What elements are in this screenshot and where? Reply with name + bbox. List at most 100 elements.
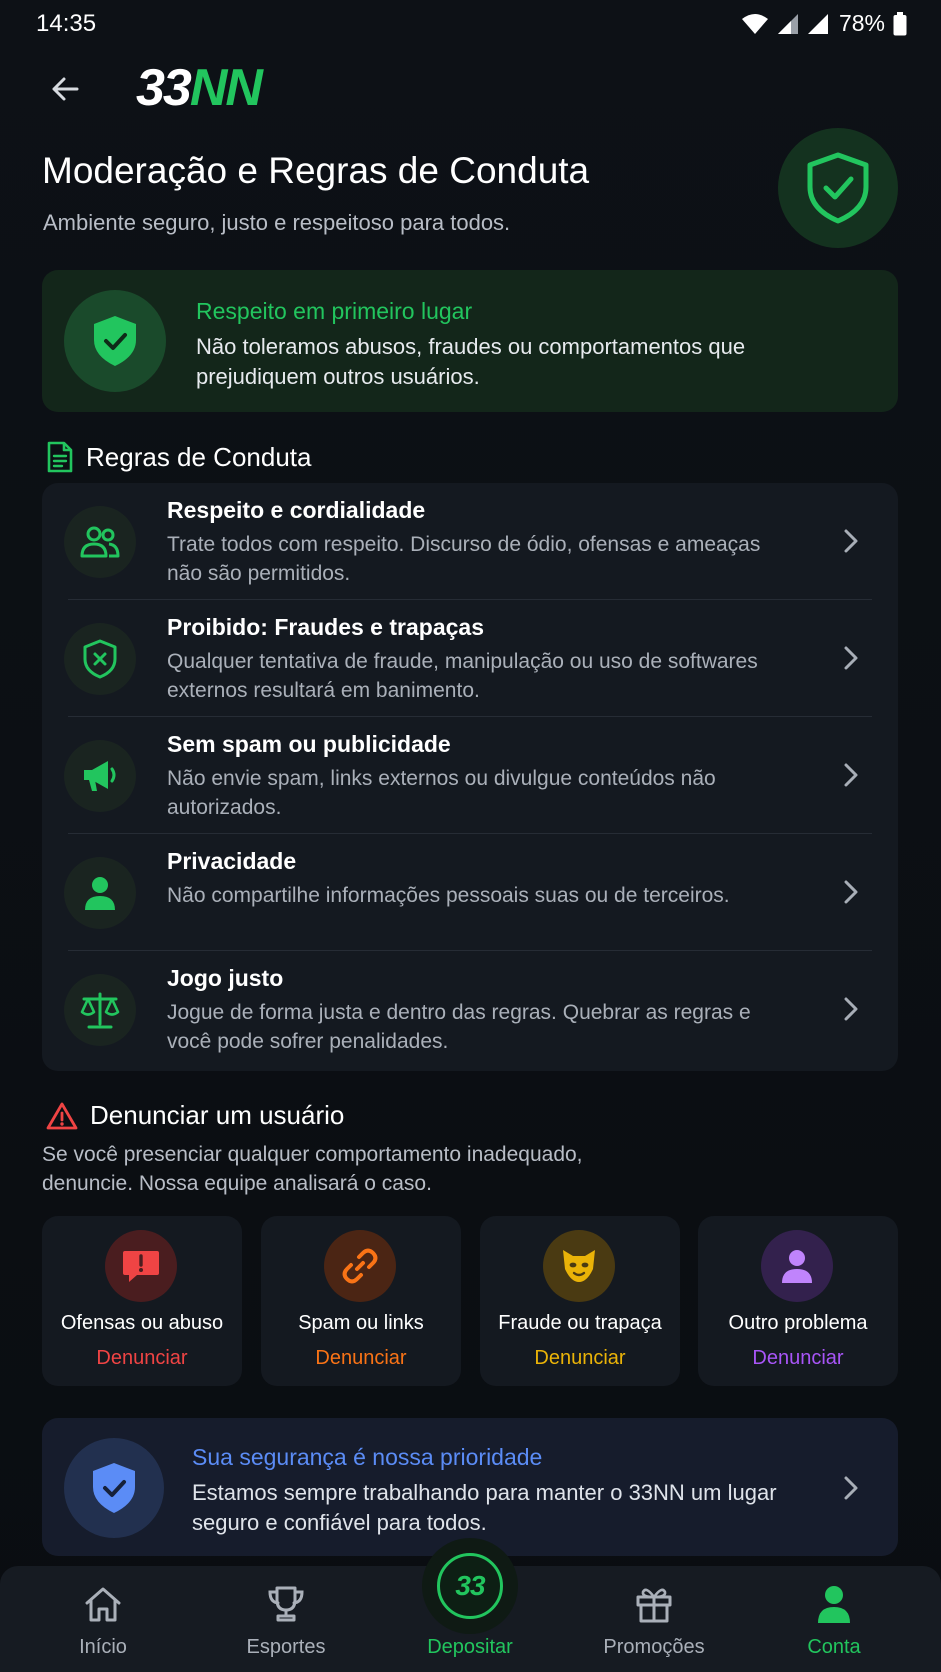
rule-description: Trate todos com respeito. Discurso de ód… (167, 533, 761, 585)
report-card-fraud[interactable]: Fraude ou trapaça Denunciar (480, 1216, 680, 1386)
respect-card: Respeito em primeiro lugar Não toleramos… (42, 270, 898, 412)
rule-item-spam[interactable]: Sem spam ou publicidade Não envie spam, … (42, 717, 898, 834)
page-subtitle: Ambiente seguro, justo e respeitoso para… (43, 210, 511, 235)
report-icon-badge (761, 1230, 833, 1302)
report-section-heading: Denunciar um usuário (46, 1100, 344, 1131)
safety-priority-card[interactable]: Sua segurança é nossa prioridade Estamos… (42, 1418, 898, 1556)
rules-section-heading: Regras de Conduta (46, 441, 311, 473)
scale-icon (80, 992, 120, 1029)
logo-part-nn: NN (189, 59, 263, 117)
respect-shield-badge (64, 290, 166, 392)
report-action-link[interactable]: Denunciar (480, 1347, 680, 1370)
alert-message-icon (123, 1251, 159, 1282)
account-icon (812, 1582, 856, 1626)
home-icon (81, 1582, 125, 1626)
back-button[interactable] (40, 64, 90, 114)
report-action-link[interactable]: Denunciar (261, 1347, 461, 1370)
rule-description: Não compartilhe informações pessoais sua… (167, 884, 730, 907)
report-intro: Se você presenciar qualquer comportament… (42, 1143, 583, 1195)
nav-label: Depositar (427, 1636, 513, 1658)
logo-part-33: 33 (136, 59, 192, 117)
rule-item-respect[interactable]: Respeito e cordialidade Trate todos com … (42, 483, 898, 600)
rule-title: Privacidade (167, 848, 297, 874)
nav-item-account[interactable]: Conta (759, 1566, 909, 1672)
chevron-right-icon (836, 757, 866, 793)
chevron-right-icon (836, 640, 866, 676)
shield-check-icon (807, 152, 869, 224)
report-action-link[interactable]: Denunciar (42, 1347, 242, 1370)
deposit-33-icon: 33 (422, 1538, 518, 1634)
user-icon (782, 1250, 812, 1283)
report-icon-badge (105, 1230, 177, 1302)
status-time: 14:35 (36, 10, 97, 37)
warning-triangle-icon (46, 1102, 78, 1129)
signal-icon (777, 13, 798, 34)
moderation-page: 14:35 78% 33NN Moderação e Regras de Con… (0, 0, 941, 1672)
rule-item-fair-play[interactable]: Jogo justo Jogue de forma justa e dentro… (42, 951, 898, 1068)
nav-item-promotions[interactable]: Promoções (579, 1566, 729, 1672)
deposit-badge: 33 (437, 1553, 503, 1619)
brand-logo: 33NN (136, 58, 263, 118)
shield-check-icon (93, 1463, 135, 1513)
nav-item-home[interactable]: Início (28, 1566, 178, 1672)
status-bar: 14:35 78% (0, 0, 941, 50)
megaphone-icon (84, 761, 116, 791)
safety-card-text: Estamos sempre trabalhando para manter o… (192, 1480, 777, 1535)
status-icons: 78% (741, 10, 907, 37)
rule-icon-badge (64, 857, 136, 929)
report-card-label: Spam ou links (298, 1312, 424, 1334)
report-card-label: Fraude ou trapaça (498, 1312, 662, 1334)
rule-description: Não envie spam, links externos ou divulg… (167, 767, 716, 819)
nav-label: Promoções (603, 1636, 705, 1658)
chevron-right-icon (836, 1470, 866, 1506)
nav-item-sports[interactable]: Esportes (211, 1566, 361, 1672)
rules-heading-label: Regras de Conduta (86, 441, 312, 472)
chevron-right-icon (836, 523, 866, 559)
respect-card-title: Respeito em primeiro lugar (196, 298, 473, 324)
report-action-link[interactable]: Denunciar (698, 1347, 898, 1370)
report-card-label: Outro problema (728, 1312, 868, 1334)
battery-icon (893, 11, 907, 35)
rules-list: Respeito e cordialidade Trate todos com … (42, 483, 898, 1071)
report-icon-badge (324, 1230, 396, 1302)
bottom-navigation: Início Esportes 33 Depositar Promoções C… (0, 1538, 941, 1672)
respect-card-text: Não toleramos abusos, fraudes ou comport… (196, 334, 746, 389)
page-title: Moderação e Regras de Conduta (42, 150, 590, 191)
report-card-label: Ofensas ou abuso (60, 1312, 224, 1334)
rule-item-fraud[interactable]: Proibido: Fraudes e trapaças Qualquer te… (42, 600, 898, 717)
person-icon (85, 877, 115, 910)
chevron-right-icon (836, 991, 866, 1027)
mask-icon (563, 1250, 595, 1282)
report-card-other[interactable]: Outro problema Denunciar (698, 1216, 898, 1386)
rule-icon-badge (64, 623, 136, 695)
nav-label: Conta (807, 1636, 861, 1658)
rule-title: Jogo justo (167, 965, 284, 991)
trophy-icon (264, 1582, 308, 1626)
battery-percent: 78% (838, 10, 885, 36)
rule-title: Proibido: Fraudes e trapaças (167, 614, 484, 640)
report-card-offense[interactable]: Ofensas ou abuso Denunciar (42, 1216, 242, 1386)
chevron-right-icon (836, 874, 866, 910)
nav-item-deposit[interactable]: 33 Depositar (395, 1538, 545, 1672)
report-card-spam[interactable]: Spam ou links Denunciar (261, 1216, 461, 1386)
rule-icon-badge (64, 506, 136, 578)
link-icon (342, 1248, 378, 1284)
rule-item-privacy[interactable]: Privacidade Não compartilhe informações … (42, 834, 898, 951)
wifi-icon (741, 13, 768, 34)
safety-card-title: Sua segurança é nossa prioridade (192, 1444, 543, 1470)
rule-title: Respeito e cordialidade (167, 497, 426, 523)
shield-x-icon (83, 639, 117, 679)
shield-check-icon (94, 316, 136, 366)
hero-shield-badge (778, 128, 898, 248)
nav-label: Esportes (246, 1636, 326, 1658)
users-icon (80, 526, 120, 558)
document-icon (47, 441, 73, 473)
safety-shield-badge (64, 1438, 164, 1538)
rule-description: Jogue de forma justa e dentro das regras… (167, 1001, 751, 1053)
rule-icon-badge (64, 740, 136, 812)
report-icon-badge (543, 1230, 615, 1302)
rule-description: Qualquer tentativa de fraude, manipulaçã… (167, 650, 758, 702)
rule-icon-badge (64, 974, 136, 1046)
gift-icon (632, 1582, 676, 1626)
rule-title: Sem spam ou publicidade (167, 731, 451, 757)
